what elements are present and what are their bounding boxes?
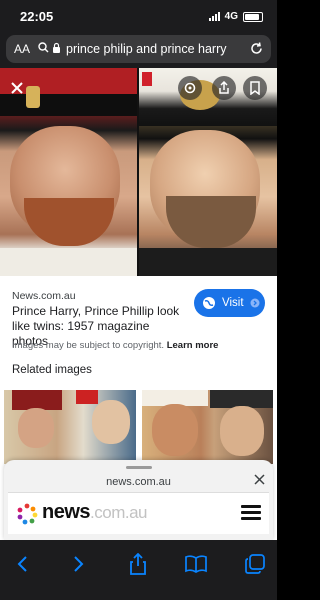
copyright-text: Images may be subject to copyright. [12, 340, 165, 351]
site-preview-sheet[interactable]: news.com.au news.com.au [4, 460, 273, 540]
reload-icon[interactable] [249, 41, 264, 61]
site-header: news.com.au [8, 492, 269, 534]
face-shape [92, 400, 130, 444]
globe-icon [202, 296, 216, 310]
lock-icon [52, 40, 61, 58]
cap-shape [12, 390, 62, 410]
sheet-url: news.com.au [106, 476, 171, 488]
browser-toolbar [0, 540, 277, 600]
forward-icon[interactable] [67, 552, 91, 576]
address-bar-container: AA prince philip and prince harry [0, 32, 277, 68]
text-size-button[interactable]: AA [14, 42, 34, 56]
uniform-left [0, 248, 137, 276]
status-time: 22:05 [20, 9, 54, 24]
related-images-heading: Related images [12, 364, 92, 376]
related-image-1[interactable] [4, 390, 136, 464]
sheet-grabber[interactable] [126, 466, 152, 469]
close-icon[interactable] [5, 76, 29, 100]
share-icon[interactable] [212, 76, 236, 100]
face-shape [152, 404, 198, 456]
battery-icon [243, 11, 263, 22]
news-logo[interactable]: news.com.au [42, 501, 148, 524]
url-query-text: prince philip and prince harry [66, 42, 227, 56]
status-indicators: 4G [208, 11, 263, 22]
visit-label: Visit [222, 297, 244, 309]
share-icon[interactable] [126, 552, 150, 576]
learn-more-link[interactable]: Learn more [167, 340, 219, 351]
uniform-right [139, 248, 277, 276]
related-image-2[interactable] [142, 390, 273, 464]
visit-button[interactable]: Visit [194, 289, 265, 317]
copyright-notice: Images may be subject to copyright. Lear… [12, 340, 218, 351]
bookmark-icon[interactable] [243, 76, 267, 100]
network-type: 4G [224, 11, 238, 22]
publisher-logo-mark [142, 72, 152, 86]
status-bar: 22:05 4G [0, 0, 277, 32]
search-icon [38, 40, 49, 58]
tabs-icon[interactable] [243, 552, 267, 576]
bookmarks-icon[interactable] [184, 552, 208, 576]
face-shape [18, 408, 54, 448]
arrow-icon [250, 298, 260, 308]
image-preview[interactable] [0, 68, 277, 276]
magazine-logo-shape [76, 390, 98, 404]
menu-icon[interactable] [241, 505, 261, 521]
address-bar[interactable]: AA prince philip and prince harry [6, 35, 271, 63]
face-shape [220, 406, 264, 456]
result-source[interactable]: News.com.au [12, 290, 76, 302]
logo-suffix: .com.au [90, 503, 148, 522]
back-icon[interactable] [10, 552, 34, 576]
logo-main: news [42, 501, 91, 523]
lens-icon[interactable] [178, 76, 202, 100]
sheet-close-icon[interactable] [254, 472, 265, 490]
news-logo-icon [17, 503, 38, 525]
signal-icon [208, 12, 220, 21]
